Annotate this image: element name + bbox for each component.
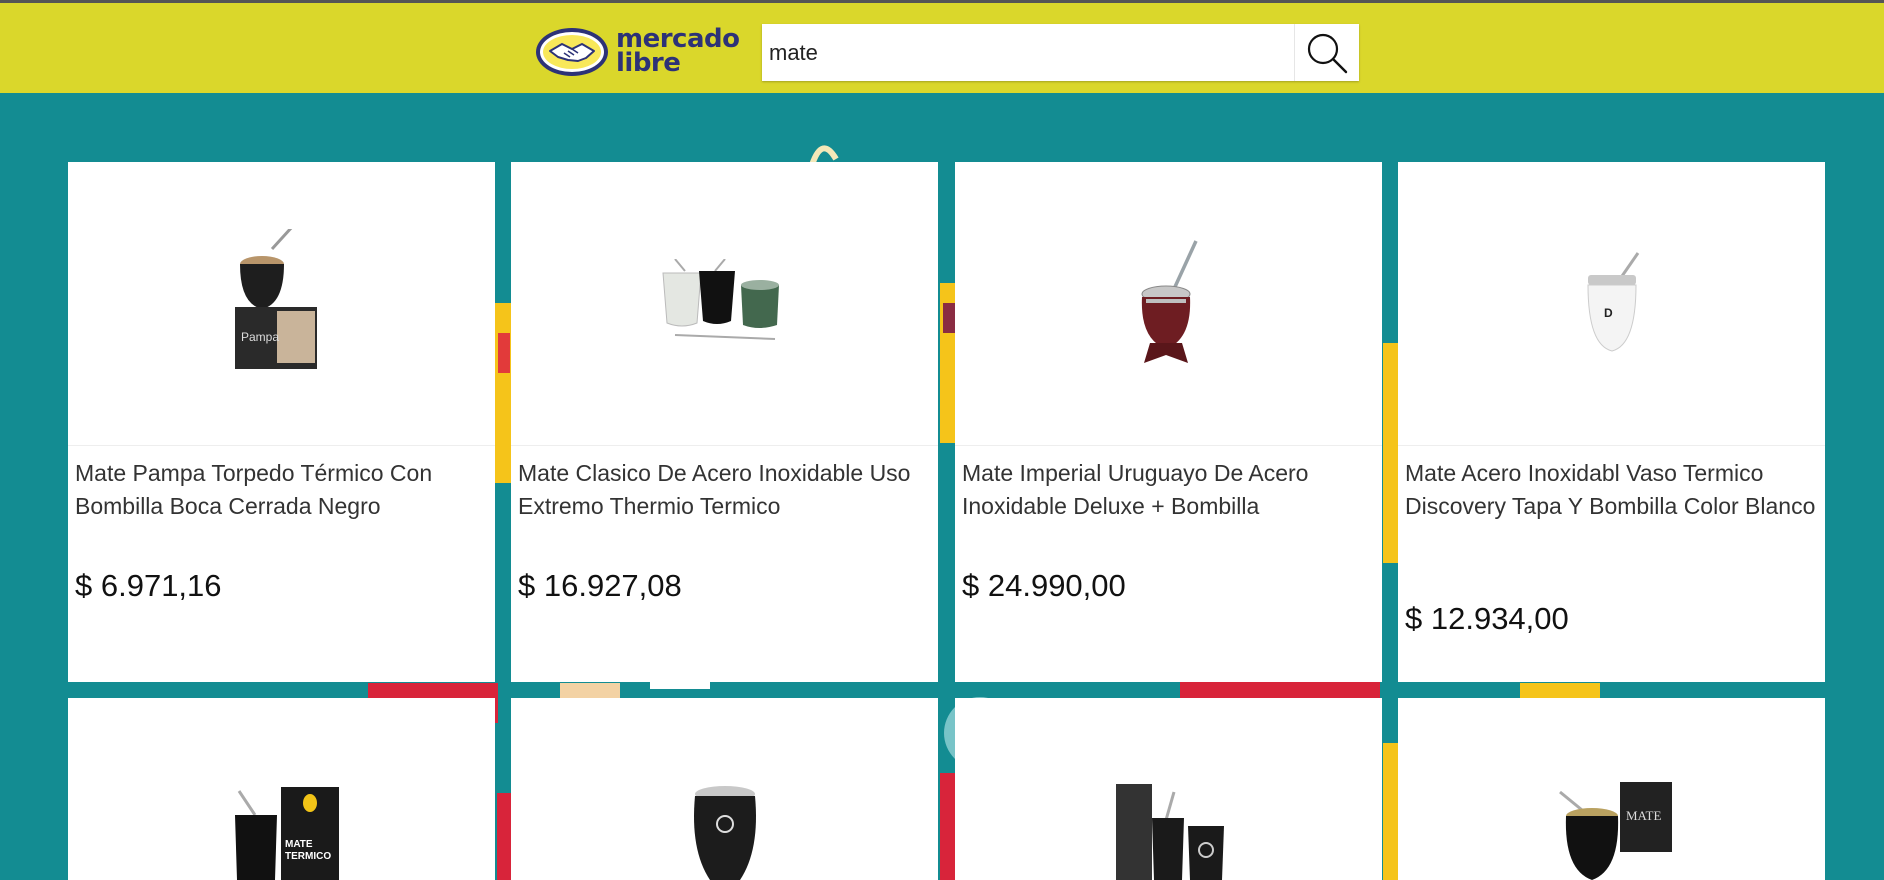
svg-text:Pampa: Pampa [241, 330, 279, 344]
product-card[interactable]: Mate Clasico De Acero Inoxidable Uso Ext… [511, 162, 938, 682]
product-image[interactable] [511, 698, 938, 880]
svg-text:TERMICO: TERMICO [285, 851, 331, 862]
mate-black-cup-image [693, 786, 756, 880]
product-price: $ 6.971,16 [75, 568, 222, 603]
product-price: $ 16.927,08 [518, 568, 682, 603]
product-card[interactable] [511, 698, 938, 880]
search-input[interactable] [762, 24, 1294, 81]
mercado-libre-logo[interactable]: mercado libre [534, 25, 740, 79]
logo-wordmark: mercado libre [616, 26, 740, 78]
product-image[interactable]: Pampa [68, 162, 495, 446]
product-title[interactable]: Mate Imperial Uruguayo De Acero Inoxidab… [962, 457, 1377, 523]
product-price: $ 12.934,00 [1405, 601, 1569, 636]
handshake-icon [536, 28, 608, 76]
logo-line-2: libre [616, 48, 681, 78]
product-card[interactable]: MATE [1398, 698, 1825, 880]
product-image[interactable]: MATE [1398, 698, 1825, 880]
svg-text:D: D [1604, 306, 1613, 320]
product-image[interactable]: D [1398, 162, 1825, 446]
svg-text:MATE: MATE [1626, 808, 1661, 823]
product-image[interactable] [511, 162, 938, 446]
mate-termico-box-image: MATE TERMICO [234, 787, 339, 880]
product-title[interactable]: Mate Pampa Torpedo Térmico Con Bombilla … [75, 457, 490, 523]
product-image[interactable] [955, 162, 1382, 446]
header-bar: mercado libre [0, 3, 1884, 93]
product-price: $ 24.990,00 [962, 568, 1126, 603]
mate-with-box-image: MATE [1558, 782, 1672, 880]
mate-set-three-cups-image [661, 258, 779, 340]
product-card[interactable]: Pampa Mate Pampa Torpedo Térmico Con Bom… [68, 162, 495, 682]
product-card[interactable] [955, 698, 1382, 880]
mate-white-cup-image: D [1586, 251, 1639, 352]
search-bar [762, 24, 1359, 81]
mate-argentina-set-image [1115, 784, 1224, 880]
search-icon [1307, 33, 1348, 73]
product-card[interactable]: MATE TERMICO [68, 698, 495, 880]
product-title[interactable]: Mate Acero Inoxidabl Vaso Termico Discov… [1405, 457, 1820, 523]
mate-thermal-with-box-image: Pampa [234, 228, 317, 369]
product-title[interactable]: Mate Clasico De Acero Inoxidable Uso Ext… [518, 457, 933, 523]
product-card[interactable]: Mate Imperial Uruguayo De Acero Inoxidab… [955, 162, 1382, 682]
product-image[interactable]: MATE TERMICO [68, 698, 495, 880]
mate-imperial-image [1141, 239, 1198, 363]
search-button[interactable] [1294, 24, 1359, 81]
product-image[interactable] [955, 698, 1382, 880]
product-card[interactable]: D Mate Acero Inoxidabl Vaso Termico Disc… [1398, 162, 1825, 682]
svg-text:MATE: MATE [285, 839, 313, 850]
